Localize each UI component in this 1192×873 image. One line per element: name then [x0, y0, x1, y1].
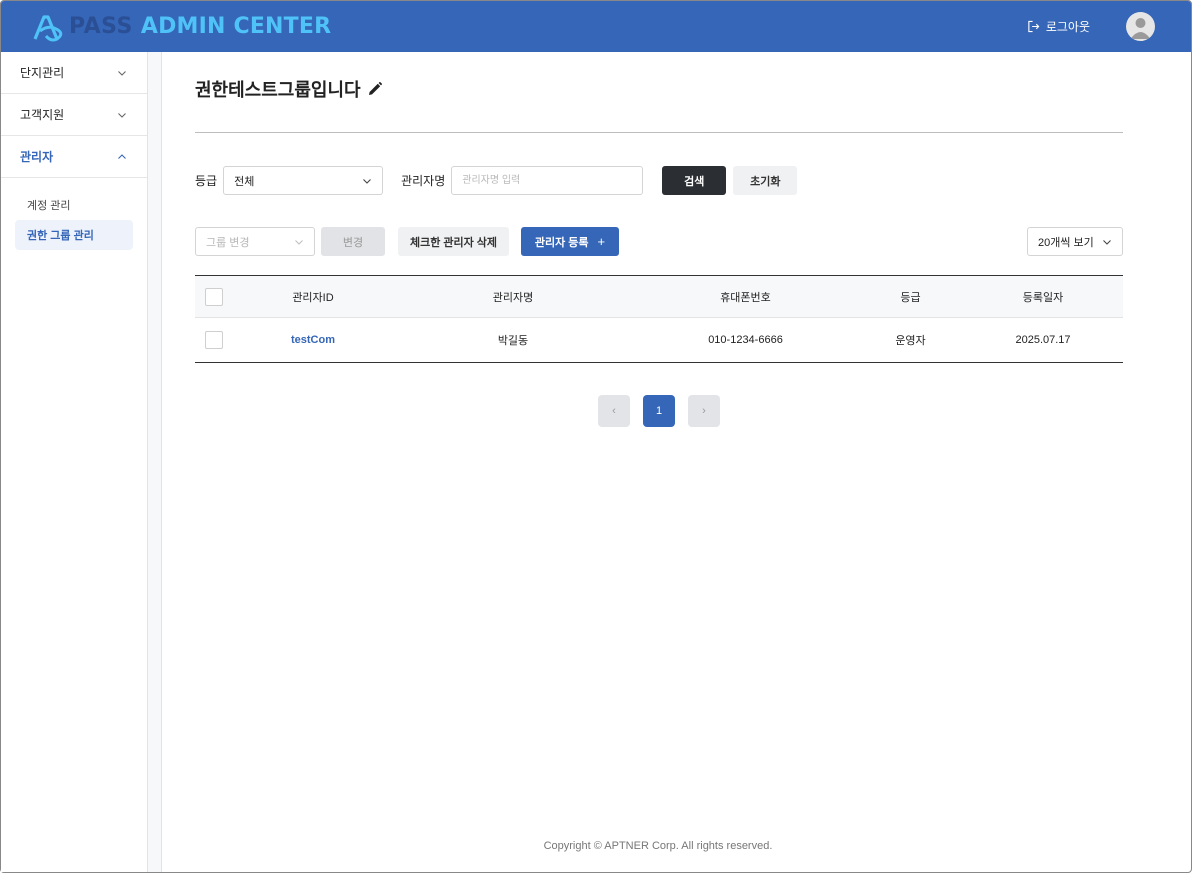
col-header-reg-date: 등록일자 — [1022, 291, 1064, 304]
logo-admin-text: ADMIN CENTER — [140, 14, 332, 39]
next-page-button[interactable]: › — [688, 395, 720, 427]
col-header-grade: 등급 — [900, 291, 921, 304]
table-row: testCom 박길동 010-1234-6666 운영자 2025.07.17 — [195, 318, 1123, 362]
footer-copyright: Copyright © APTNER Corp. All rights rese… — [543, 840, 773, 852]
search-button[interactable]: 검색 — [662, 166, 727, 195]
change-button[interactable]: 변경 — [321, 227, 385, 256]
reset-button[interactable]: 초기화 — [733, 166, 798, 195]
page-1-button[interactable]: 1 — [643, 395, 675, 427]
rows-per-page-select[interactable]: 20개씩 보기 — [1027, 227, 1123, 256]
logo-pass-text: PASS — [69, 14, 133, 39]
admin-name-input[interactable] — [451, 166, 644, 195]
chevron-up-icon — [118, 153, 126, 159]
col-header-admin-id: 관리자ID — [292, 291, 334, 304]
phone-cell: 010-1234-6666 — [708, 334, 783, 346]
sidebar-group-support[interactable]: 고객지원 — [1, 94, 147, 136]
chevron-down-icon — [295, 239, 303, 245]
sidebar: 단지관리 고객지원 관리자 계정 관리 권한 그룹 관리 — [1, 52, 148, 872]
main-content: 권한테스트그룹입니다 등급 전체 관리자명 검색 초기화 그룹 변경 변경 체크… — [163, 52, 1191, 872]
logo-mark-icon — [33, 14, 63, 41]
row-checkbox[interactable] — [205, 331, 223, 349]
grade-select[interactable]: 전체 — [223, 166, 384, 195]
user-icon — [1130, 18, 1151, 39]
pencil-icon[interactable] — [367, 81, 383, 97]
logout-label: 로그아웃 — [1045, 20, 1090, 34]
logo[interactable]: PASS ADMIN CENTER — [31, 1, 331, 52]
grade-select-value: 전체 — [234, 175, 255, 188]
page-title-text: 권한테스트그룹입니다 — [195, 80, 361, 100]
rows-per-page-value: 20개씩 보기 — [1038, 236, 1094, 249]
sidebar-group-label: 단지관리 — [20, 66, 65, 80]
sidebar-group-label: 고객지원 — [20, 108, 65, 122]
col-header-phone: 휴대폰번호 — [720, 291, 771, 304]
title-divider — [195, 132, 1123, 133]
sidebar-item-account[interactable]: 계정 관리 — [15, 190, 133, 220]
admin-name-label: 관리자명 — [401, 174, 446, 188]
delete-checked-button[interactable]: 체크한 관리자 삭제 — [398, 227, 509, 256]
admin-table: 관리자ID 관리자명 휴대폰번호 등급 등록일자 testCom 박길동 010… — [195, 275, 1123, 363]
logout-button[interactable]: 로그아웃 — [1027, 18, 1090, 35]
sidebar-group-label: 관리자 — [20, 150, 54, 164]
plus-icon: + — [597, 234, 606, 249]
sidebar-group-admin[interactable]: 관리자 — [1, 136, 147, 178]
pagination: ‹ 1 › — [598, 395, 720, 427]
admin-id-link[interactable]: testCom — [291, 334, 335, 346]
sidebar-item-permission-group[interactable]: 권한 그룹 관리 — [15, 220, 133, 250]
page-title: 권한테스트그룹입니다 — [195, 76, 383, 102]
grade-label: 등급 — [195, 174, 218, 188]
select-all-checkbox[interactable] — [205, 287, 223, 306]
logout-icon — [1028, 20, 1040, 33]
table-header: 관리자ID 관리자명 휴대폰번호 등급 등록일자 — [195, 276, 1123, 318]
sidebar-group-complex[interactable]: 단지관리 — [1, 52, 147, 94]
chevron-down-icon — [363, 178, 371, 184]
prev-page-button[interactable]: ‹ — [598, 395, 630, 427]
sidebar-sub-list: 계정 관리 권한 그룹 관리 — [1, 178, 147, 250]
register-admin-label: 관리자 등록 — [534, 236, 589, 249]
chevron-down-icon — [1103, 239, 1111, 245]
sidebar-divider — [148, 52, 162, 872]
chevron-down-icon — [118, 70, 126, 76]
admin-name-cell: 박길동 — [497, 335, 529, 347]
grade-cell: 운영자 — [895, 335, 926, 347]
avatar[interactable] — [1126, 12, 1155, 41]
register-admin-button[interactable]: 관리자 등록 + — [521, 227, 619, 256]
chevron-down-icon — [118, 112, 126, 118]
filter-bar: 등급 전체 관리자명 검색 초기화 — [195, 166, 798, 195]
group-change-select[interactable]: 그룹 변경 — [195, 227, 315, 256]
action-bar: 그룹 변경 변경 체크한 관리자 삭제 관리자 등록 + 20개씩 보기 — [195, 227, 1123, 256]
col-header-admin-name: 관리자명 — [492, 291, 534, 304]
top-header: PASS ADMIN CENTER 로그아웃 — [1, 1, 1191, 52]
group-change-placeholder: 그룹 변경 — [206, 236, 250, 249]
reg-date-cell: 2025.07.17 — [1015, 334, 1071, 346]
